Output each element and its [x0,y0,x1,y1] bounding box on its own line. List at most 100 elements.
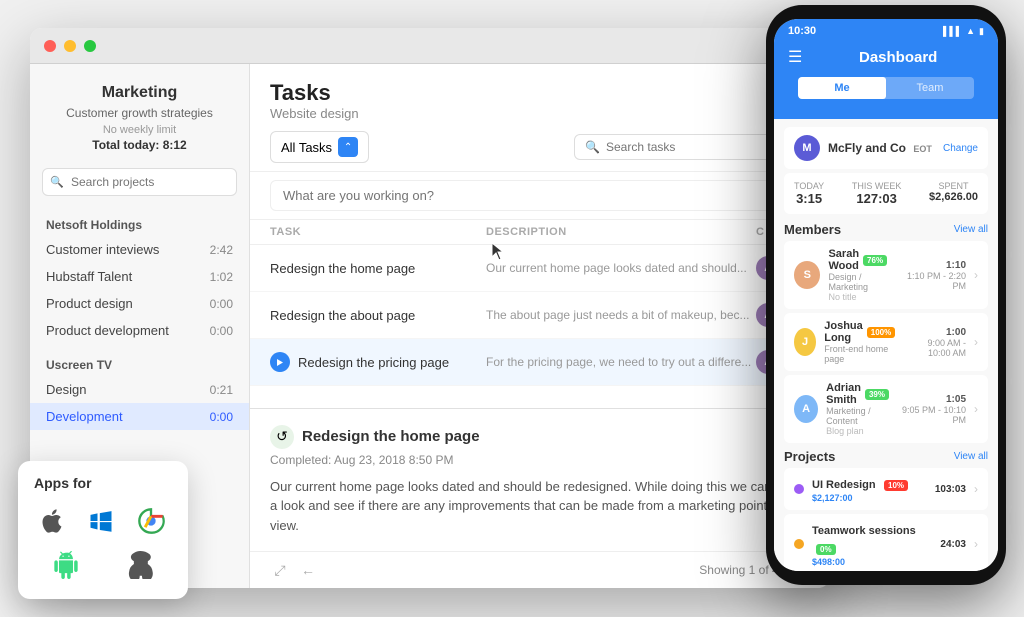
member-card-joshua[interactable]: J Joshua Long 100% Front-end home page 1… [784,313,988,371]
project-info: Teamwork sessions 0% $498:00 [812,521,932,567]
sidebar-title: Marketing [46,84,233,102]
member-card-adrian[interactable]: A Adrian Smith 39% Marketing / Content B… [784,375,988,443]
change-company-button[interactable]: Change [943,143,978,154]
sidebar-group-label-netsoft: Netsoft Holdings [30,212,249,236]
stat-today: TODAY 3:15 [794,181,824,206]
phone-stats-row: TODAY 3:15 THIS WEEK 127:03 SPENT $2,626… [784,173,988,214]
sidebar-item-customer-interviews[interactable]: Customer inteviews 2:42 [30,236,249,263]
apps-tooltip-title: Apps for [34,475,172,491]
project-dot [794,539,804,549]
projects-section-header: Projects View all [784,449,988,464]
projects-title: Projects [784,449,835,464]
expand-icon[interactable]: ⤢ [270,560,290,580]
avatar: A [794,395,818,423]
hamburger-icon[interactable]: ☰ [788,47,802,67]
chevron-right-icon: › [974,482,978,496]
eot-badge: EOT [913,144,932,154]
project-dot [794,484,804,494]
footer-bar: ⤢ ← Showing 1 of 4 tasks [250,551,830,588]
task-detail-completed: Completed: Aug 23, 2018 8:50 PM [270,453,810,467]
phone-status-bar: 10:30 ▌▌▌ ▲ ▮ [774,19,998,41]
phone-screen: 10:30 ▌▌▌ ▲ ▮ ☰ Dashboard Me Team M [774,19,998,571]
phone-body: M McFly and Co EOT Change TODAY 3:15 THI… [774,119,998,571]
members-title: Members [784,222,841,237]
play-icon[interactable] [270,352,290,372]
minimize-button[interactable] [64,40,76,52]
apple-icon[interactable] [34,503,70,539]
toolbar: All Tasks ⌃ 🔍 + [270,131,810,163]
table-row[interactable]: Redesign the home page Our current home … [250,245,830,292]
task-name: Redesign the about page [270,308,486,323]
phone-title: Dashboard [812,49,984,66]
table-row[interactable]: Redesign the about page The about page j… [250,292,830,339]
avatar: S [794,261,820,289]
stat-this-week: THIS WEEK 127:03 [852,181,902,206]
project-card-ui-redesign[interactable]: UI Redesign 10% $2,127:00 103:03 › [784,468,988,510]
linux-icon[interactable] [122,547,158,583]
collapse-icon[interactable]: ← [298,560,318,580]
view-all-projects-button[interactable]: View all [954,451,988,462]
sidebar-group-uscreen: Uscreen TV Design 0:21 Development 0:00 [30,352,249,430]
apps-icons-row-2 [34,547,172,583]
project-time: 103:03 [935,484,966,495]
chevron-right-icon: › [974,537,978,551]
phone-status-icons: ▌▌▌ ▲ ▮ [943,26,984,37]
phone-time: 10:30 [788,25,816,37]
task-search-input[interactable] [606,140,761,154]
member-time: 1:00 9:00 AM - 10:00 AM [903,327,966,358]
company-name: McFly and Co EOT [828,141,943,155]
member-card-sarah[interactable]: S Sarah Wood 76% Design / Marketing No t… [784,241,988,309]
member-time: 1:05 9:05 PM - 10:10 PM [897,394,966,425]
search-input[interactable] [42,168,237,196]
footer-icons: ⤢ ← [270,560,318,580]
member-info: Sarah Wood 76% Design / Marketing No tit… [828,248,887,302]
chevron-right-icon: › [974,268,978,282]
task-input-row [250,172,830,220]
member-badge: 100% [867,327,895,338]
filter-dropdown[interactable]: All Tasks ⌃ [270,131,369,163]
traffic-lights [44,40,96,52]
task-name: Redesign the pricing page [270,352,486,372]
task-detail-title: Redesign the home page [302,428,480,445]
toggle-team-button[interactable]: Team [886,77,974,99]
maximize-button[interactable] [84,40,96,52]
sidebar-subtitle: Customer growth strategies [46,106,233,120]
me-team-toggle: Me Team [798,77,974,99]
project-badge: 10% [884,480,908,491]
sidebar-item-uscreen-design[interactable]: Design 0:21 [30,376,249,403]
battery-icon: ▮ [979,26,984,37]
task-detail-icon: ↺ [270,425,294,449]
task-detail-panel: ↺ Redesign the home page Completed: Aug … [250,408,830,552]
dropdown-arrow-icon: ⌃ [338,137,358,157]
table-header: TASK DESCRIPTION C [250,220,830,245]
sidebar-item-uscreen-development[interactable]: Development 0:00 [30,403,249,430]
windows-icon[interactable] [83,503,119,539]
sidebar-search-container: 🔍 [42,168,237,196]
task-detail-header: ↺ Redesign the home page [270,425,810,449]
avatar: J [794,328,816,356]
toggle-me-button[interactable]: Me [798,77,886,99]
tasks-table: TASK DESCRIPTION C Redesign the home pag… [250,220,830,408]
project-info: UI Redesign 10% $2,127:00 [812,475,927,503]
search-icon: 🔍 [50,176,64,189]
sidebar-item-product-development[interactable]: Product development 0:00 [30,317,249,344]
wifi-icon: ▲ [966,26,975,36]
chevron-right-icon: › [974,335,978,349]
page-subtitle: Website design [270,106,810,121]
android-icon[interactable] [48,547,84,583]
close-button[interactable] [44,40,56,52]
phone-header: ☰ Dashboard [774,41,998,77]
table-row-playing[interactable]: Redesign the pricing page For the pricin… [250,339,830,386]
page-title: Tasks [270,80,810,106]
stat-spent: SPENT $2,626.00 [929,181,978,206]
view-all-members-button[interactable]: View all [954,224,988,235]
apps-icons-row-1 [34,503,172,539]
member-badge: 39% [865,389,889,400]
sidebar-item-hubstaff-talent[interactable]: Hubstaff Talent 1:02 [30,263,249,290]
chevron-right-icon: › [974,402,978,416]
sidebar-item-product-design[interactable]: Product design 0:00 [30,290,249,317]
company-avatar: M [794,135,820,161]
task-input-field[interactable] [270,180,810,211]
chrome-icon[interactable] [133,503,169,539]
project-card-teamwork[interactable]: Teamwork sessions 0% $498:00 24:03 › [784,514,988,571]
